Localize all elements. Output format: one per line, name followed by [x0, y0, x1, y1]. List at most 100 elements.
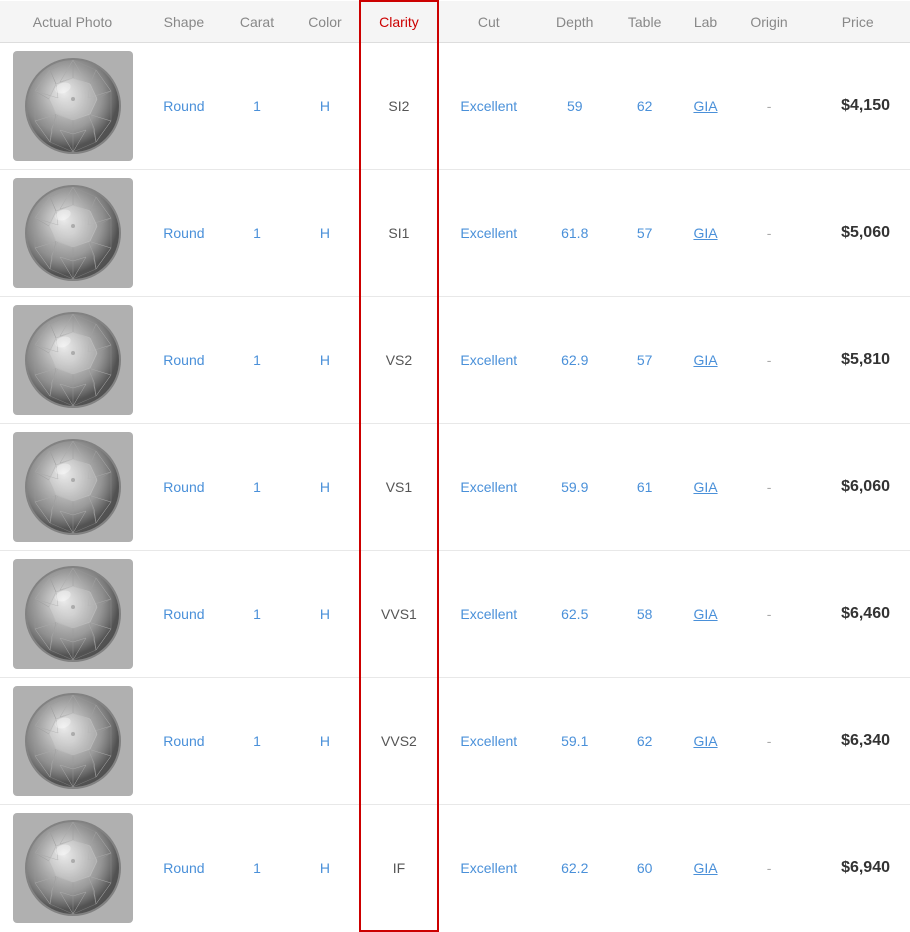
- cell-shape: Round: [145, 551, 223, 678]
- cell-lab[interactable]: GIA: [678, 43, 733, 170]
- table-row: Round 1 H VVS2 Excellent 59.1 62 GIA - $…: [0, 678, 910, 805]
- col-header-clarity: Clarity: [360, 1, 438, 43]
- cell-photo: [0, 424, 145, 551]
- cell-lab[interactable]: GIA: [678, 424, 733, 551]
- table-row: Round 1 H VS1 Excellent 59.9 61 GIA - $6…: [0, 424, 910, 551]
- cell-photo: [0, 551, 145, 678]
- diamond-table: Actual Photo Shape Carat Color Clarity C…: [0, 0, 910, 932]
- cell-depth: 61.8: [538, 170, 611, 297]
- cell-carat: 1: [223, 297, 291, 424]
- cell-origin: -: [733, 551, 806, 678]
- cell-depth: 59.1: [538, 678, 611, 805]
- cell-photo: [0, 43, 145, 170]
- cell-photo: [0, 805, 145, 932]
- cell-shape: Round: [145, 805, 223, 932]
- cell-price: $6,340: [805, 678, 910, 805]
- cell-origin: -: [733, 297, 806, 424]
- cell-photo: [0, 678, 145, 805]
- col-header-shape: Shape: [145, 1, 223, 43]
- cell-cut: Excellent: [438, 424, 538, 551]
- col-header-color: Color: [291, 1, 360, 43]
- table-header-row: Actual Photo Shape Carat Color Clarity C…: [0, 1, 910, 43]
- cell-origin: -: [733, 424, 806, 551]
- cell-lab[interactable]: GIA: [678, 551, 733, 678]
- cell-carat: 1: [223, 551, 291, 678]
- table-row: Round 1 H SI2 Excellent 59 62 GIA - $4,1…: [0, 43, 910, 170]
- cell-origin: -: [733, 43, 806, 170]
- diamond-image: [13, 178, 133, 288]
- cell-lab[interactable]: GIA: [678, 170, 733, 297]
- cell-carat: 1: [223, 43, 291, 170]
- cell-lab[interactable]: GIA: [678, 297, 733, 424]
- diamond-table-container: Actual Photo Shape Carat Color Clarity C…: [0, 0, 910, 932]
- col-header-cut: Cut: [438, 1, 538, 43]
- cell-price: $6,940: [805, 805, 910, 932]
- cell-table: 62: [611, 678, 678, 805]
- cell-shape: Round: [145, 297, 223, 424]
- cell-depth: 59.9: [538, 424, 611, 551]
- cell-color: H: [291, 805, 360, 932]
- cell-table: 57: [611, 297, 678, 424]
- cell-table: 61: [611, 424, 678, 551]
- cell-cut: Excellent: [438, 170, 538, 297]
- cell-color: H: [291, 678, 360, 805]
- cell-clarity: IF: [360, 805, 438, 932]
- cell-color: H: [291, 551, 360, 678]
- cell-carat: 1: [223, 424, 291, 551]
- col-header-depth: Depth: [538, 1, 611, 43]
- cell-clarity: VVS1: [360, 551, 438, 678]
- cell-price: $6,460: [805, 551, 910, 678]
- cell-shape: Round: [145, 170, 223, 297]
- cell-shape: Round: [145, 424, 223, 551]
- diamond-image: [13, 51, 133, 161]
- diamond-image: [13, 559, 133, 669]
- cell-cut: Excellent: [438, 678, 538, 805]
- cell-price: $5,060: [805, 170, 910, 297]
- cell-origin: -: [733, 170, 806, 297]
- cell-photo: [0, 297, 145, 424]
- cell-carat: 1: [223, 678, 291, 805]
- cell-cut: Excellent: [438, 43, 538, 170]
- cell-origin: -: [733, 805, 806, 932]
- cell-depth: 59: [538, 43, 611, 170]
- cell-cut: Excellent: [438, 551, 538, 678]
- diamond-image: [13, 813, 133, 923]
- cell-photo: [0, 170, 145, 297]
- col-header-carat: Carat: [223, 1, 291, 43]
- cell-carat: 1: [223, 805, 291, 932]
- cell-color: H: [291, 170, 360, 297]
- cell-clarity: VS1: [360, 424, 438, 551]
- col-header-actual-photo: Actual Photo: [0, 1, 145, 43]
- diamond-image: [13, 686, 133, 796]
- cell-clarity: SI2: [360, 43, 438, 170]
- col-header-origin: Origin: [733, 1, 806, 43]
- cell-price: $6,060: [805, 424, 910, 551]
- cell-carat: 1: [223, 170, 291, 297]
- cell-clarity: VVS2: [360, 678, 438, 805]
- cell-depth: 62.9: [538, 297, 611, 424]
- table-row: Round 1 H SI1 Excellent 61.8 57 GIA - $5…: [0, 170, 910, 297]
- table-row: Round 1 H IF Excellent 62.2 60 GIA - $6,…: [0, 805, 910, 932]
- cell-depth: 62.5: [538, 551, 611, 678]
- cell-price: $5,810: [805, 297, 910, 424]
- cell-color: H: [291, 424, 360, 551]
- diamond-image: [13, 305, 133, 415]
- cell-price: $4,150: [805, 43, 910, 170]
- diamond-image: [13, 432, 133, 542]
- col-header-price: Price: [805, 1, 910, 43]
- cell-clarity: VS2: [360, 297, 438, 424]
- cell-table: 57: [611, 170, 678, 297]
- cell-color: H: [291, 297, 360, 424]
- cell-color: H: [291, 43, 360, 170]
- cell-table: 62: [611, 43, 678, 170]
- col-header-table: Table: [611, 1, 678, 43]
- cell-shape: Round: [145, 678, 223, 805]
- cell-cut: Excellent: [438, 297, 538, 424]
- cell-lab[interactable]: GIA: [678, 805, 733, 932]
- cell-shape: Round: [145, 43, 223, 170]
- table-row: Round 1 H VVS1 Excellent 62.5 58 GIA - $…: [0, 551, 910, 678]
- col-header-lab: Lab: [678, 1, 733, 43]
- table-row: Round 1 H VS2 Excellent 62.9 57 GIA - $5…: [0, 297, 910, 424]
- cell-cut: Excellent: [438, 805, 538, 932]
- cell-lab[interactable]: GIA: [678, 678, 733, 805]
